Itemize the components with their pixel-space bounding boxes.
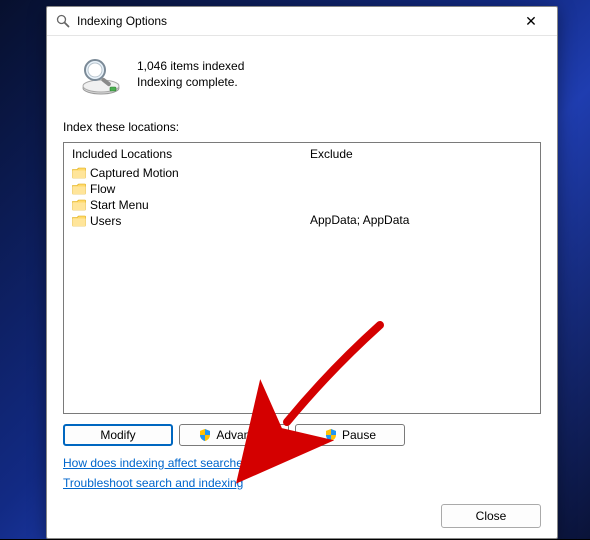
- included-header: Included Locations: [64, 143, 302, 165]
- window-title: Indexing Options: [77, 14, 511, 28]
- indexed-count: 1,046 items indexed: [137, 59, 244, 73]
- location-name: Flow: [90, 182, 115, 196]
- exclude-column: Exclude AppData; AppData: [302, 143, 540, 413]
- modify-button[interactable]: Modify: [63, 424, 173, 446]
- folder-icon: [72, 215, 86, 227]
- magnifier-icon: [77, 50, 125, 98]
- help-links: How does indexing affect searches? Troub…: [63, 456, 541, 496]
- summary-text: 1,046 items indexed Indexing complete.: [137, 57, 244, 91]
- indexing-options-window: Indexing Options ✕ 1,046 items indexed I…: [46, 6, 558, 539]
- folder-icon: [72, 183, 86, 195]
- close-icon: ✕: [525, 13, 537, 30]
- advanced-label: Advanced: [216, 428, 269, 442]
- location-name: Start Menu: [90, 198, 149, 212]
- included-column: Included Locations Captured Motion Flow …: [64, 143, 302, 413]
- location-name: Users: [90, 214, 121, 228]
- exclude-value: [310, 165, 532, 181]
- list-item[interactable]: Start Menu: [72, 197, 294, 213]
- exclude-header: Exclude: [302, 143, 540, 165]
- modify-label: Modify: [100, 428, 135, 442]
- advanced-button[interactable]: Advanced: [179, 424, 289, 446]
- folder-icon: [72, 199, 86, 211]
- index-summary: 1,046 items indexed Indexing complete.: [63, 46, 541, 114]
- folder-icon: [72, 167, 86, 179]
- list-item[interactable]: Users: [72, 213, 294, 229]
- locations-label: Index these locations:: [63, 120, 541, 134]
- uac-shield-icon: [198, 428, 212, 442]
- exclude-value: [310, 197, 532, 213]
- help-link[interactable]: How does indexing affect searches?: [63, 456, 256, 470]
- location-name: Captured Motion: [90, 166, 179, 180]
- close-button[interactable]: Close: [441, 504, 541, 528]
- action-button-row: Modify Advanced: [63, 424, 541, 446]
- locations-list: Included Locations Captured Motion Flow …: [63, 142, 541, 414]
- window-close-button[interactable]: ✕: [511, 7, 551, 35]
- search-icon: [55, 13, 71, 29]
- list-item[interactable]: Flow: [72, 181, 294, 197]
- close-label: Close: [476, 509, 507, 523]
- uac-shield-icon: [324, 428, 338, 442]
- exclude-value: AppData; AppData: [310, 213, 532, 229]
- list-item[interactable]: Captured Motion: [72, 165, 294, 181]
- troubleshoot-link[interactable]: Troubleshoot search and indexing: [63, 476, 243, 490]
- footer: Close: [63, 496, 541, 528]
- pause-label: Pause: [342, 428, 376, 442]
- titlebar: Indexing Options ✕: [47, 7, 557, 36]
- content-area: 1,046 items indexed Indexing complete. I…: [47, 36, 557, 540]
- exclude-value: [310, 181, 532, 197]
- indexing-status: Indexing complete.: [137, 75, 244, 89]
- pause-button[interactable]: Pause: [295, 424, 405, 446]
